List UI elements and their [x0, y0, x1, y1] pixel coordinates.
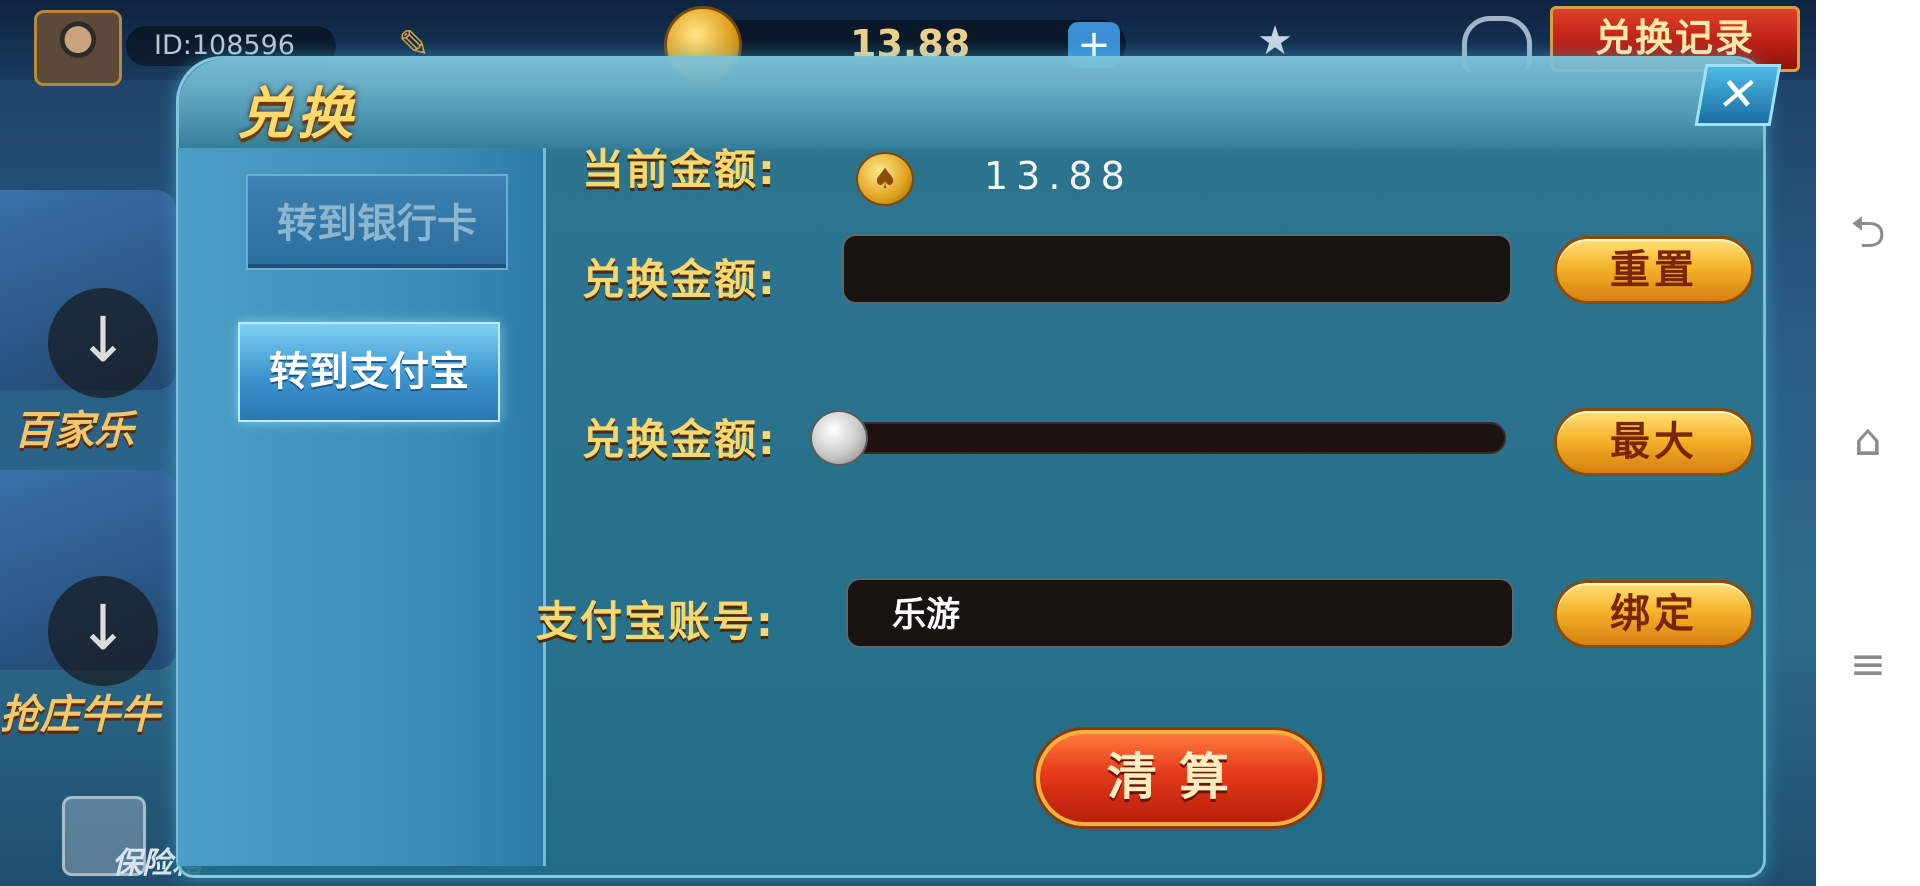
alipay-account-field[interactable]: 乐游 [846, 578, 1514, 648]
exchange-amount-input[interactable] [842, 234, 1512, 304]
slider-label: 兑换金额: [582, 415, 777, 464]
exchange-amount-label: 兑换金额: [582, 255, 777, 304]
tab-bank-card[interactable]: 转到银行卡 [246, 174, 508, 270]
game-tile-baccarat[interactable]: ↓ 百家乐 [0, 190, 176, 454]
screen: ID:108596 ✎ 13.88 + ★ 兑换记录 ↓ 百家乐 ↓ 抢庄牛牛 … [0, 0, 1920, 886]
current-amount-label: 当前金额: [582, 145, 777, 194]
slider-handle[interactable] [810, 410, 868, 466]
current-amount-value: 13.88 [984, 154, 1133, 198]
download-icon: ↓ [48, 576, 158, 686]
tab-alipay[interactable]: 转到支付宝 [238, 322, 500, 422]
exchange-amount-slider[interactable] [820, 422, 1506, 454]
home-icon[interactable]: ⌂ [1838, 416, 1898, 466]
download-icon: ↓ [48, 288, 158, 398]
back-icon[interactable]: ⮌ [1838, 208, 1898, 258]
dialog-title: 兑换 [237, 82, 357, 147]
menu-icon[interactable]: ≡ [1838, 640, 1898, 690]
spade-coin-icon: ♠ [856, 152, 914, 206]
avatar[interactable] [34, 10, 122, 86]
reset-button[interactable]: 重置 [1554, 236, 1754, 304]
settle-button[interactable]: 清算 [1036, 730, 1322, 826]
game-tile-niuniu[interactable]: ↓ 抢庄牛牛 [0, 470, 176, 738]
game-tile-label: 百家乐 [14, 408, 134, 454]
game-tile-label: 抢庄牛牛 [0, 692, 160, 738]
dialog-header [179, 59, 1763, 149]
alipay-account-label: 支付宝账号: [536, 597, 775, 646]
bind-button[interactable]: 绑定 [1554, 580, 1754, 648]
close-button[interactable]: ✕ [1694, 64, 1782, 126]
max-button[interactable]: 最大 [1554, 408, 1754, 476]
system-nav-bar: ⮌ ⌂ ≡ [1816, 0, 1920, 886]
